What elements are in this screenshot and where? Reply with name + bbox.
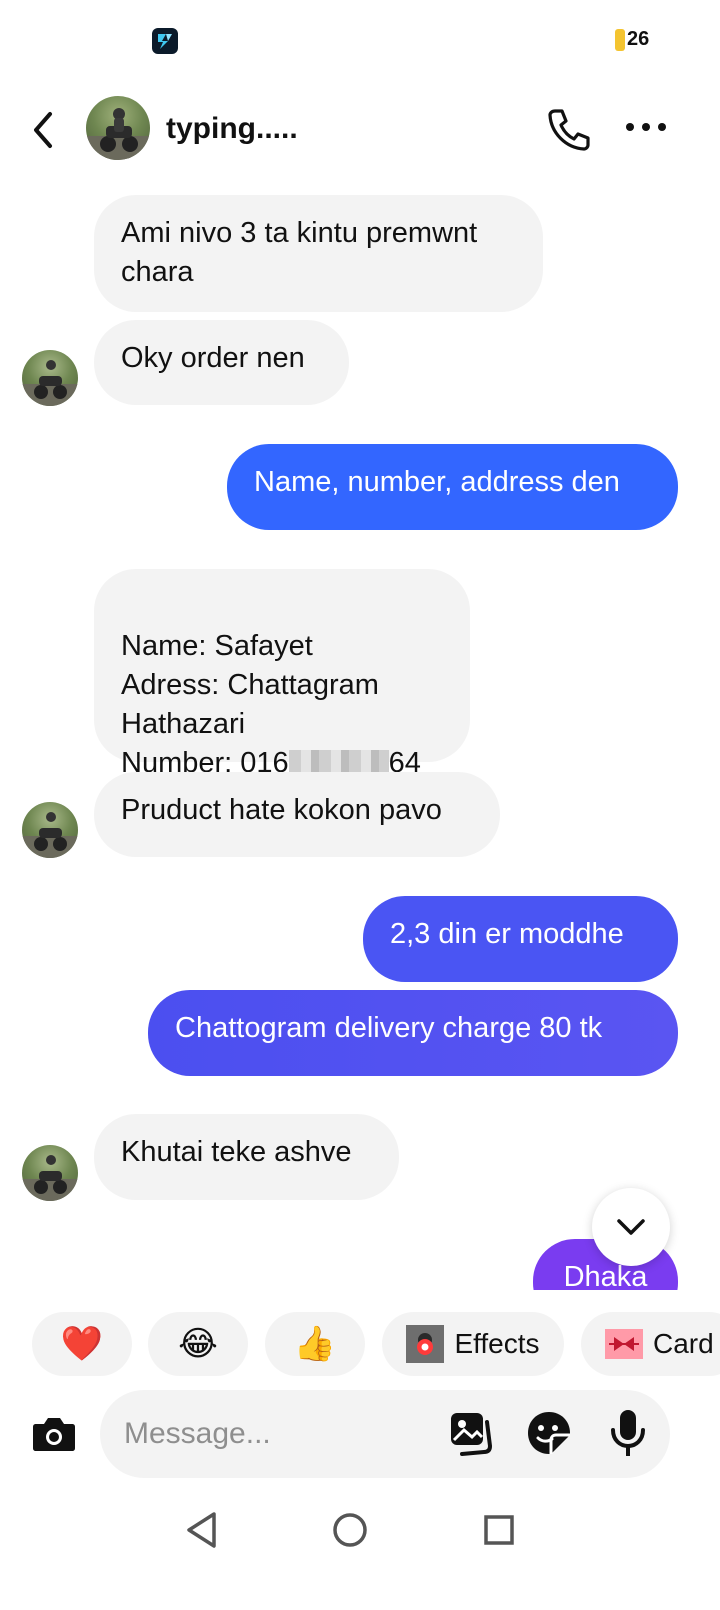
thumbs-up-icon: 👍 [293,1325,337,1363]
heart-icon: ❤️ [60,1325,104,1363]
sticker-icon [528,1412,570,1454]
nav-recents-icon [484,1515,514,1545]
battery-icon [615,28,625,51]
battery-indicator: 26 [615,28,649,51]
message-composer[interactable]: Message... [100,1390,670,1478]
system-navigation-bar [0,1490,720,1610]
message-input[interactable]: Message... [124,1417,271,1451]
message-bubble-incoming[interactable]: Khutai teke ashve [94,1114,399,1200]
laughing-face-icon: 😂 [178,1325,218,1363]
card-chip[interactable]: Card [581,1312,720,1376]
more-horizontal-icon [626,123,666,131]
nav-back-button[interactable] [184,1510,220,1550]
contact-status-title: typing..... [166,112,298,145]
chevron-left-icon [34,112,52,148]
camera-icon [33,1418,75,1451]
effects-chip[interactable]: Effects [382,1312,564,1376]
message-thread[interactable]: Ami nivo 3 ta kintu premwnt chara Oky or… [0,180,720,1290]
message-bubble-incoming[interactable]: Oky order nen [94,320,349,405]
message-bubble-incoming[interactable]: Name: Safayet Adress: Chattagram Hathaza… [94,569,470,779]
more-options-button[interactable] [624,118,668,138]
reaction-heart[interactable]: ❤️ [32,1312,132,1376]
contact-avatar-small [22,1145,78,1201]
card-icon [605,1329,643,1359]
message-bubble-incoming[interactable]: Ami nivo 3 ta kintu premwnt chara [94,195,543,312]
battery-level: 26 [627,28,650,50]
sticker-button[interactable] [526,1410,572,1456]
camera-button[interactable] [30,1410,78,1458]
scroll-to-bottom-button[interactable] [592,1188,670,1266]
effects-label: Effects [454,1328,540,1359]
nav-recents-button[interactable] [483,1514,515,1546]
message-bubble-outgoing[interactable]: Chattogram delivery charge 80 tk [148,990,678,1076]
voice-button[interactable] [608,1408,648,1458]
microphone-icon [611,1410,645,1456]
message-bubble-outgoing[interactable]: Name, number, address den [227,444,678,530]
contact-avatar-small [22,802,78,858]
message-bubble-outgoing[interactable]: 2,3 din er moddhe [363,896,678,982]
call-button[interactable] [546,106,592,152]
reaction-thumbs-up[interactable]: 👍 [265,1312,365,1376]
message-bubble-incoming[interactable]: Pruduct hate kokon pavo [94,772,500,857]
back-button[interactable] [28,110,58,150]
effects-icon [406,1325,445,1363]
reaction-laugh[interactable]: 😂 [148,1312,248,1376]
conversation-header: typing..... [0,90,720,170]
phone-icon [548,109,590,151]
gallery-icon [451,1413,493,1456]
contact-avatar[interactable] [86,96,150,160]
nav-home-icon [333,1513,367,1547]
chevron-down-icon [617,1219,645,1235]
gallery-button[interactable] [448,1410,494,1456]
card-label: Card [653,1328,714,1359]
app-logo-icon [152,28,178,54]
nav-home-button[interactable] [332,1512,368,1548]
contact-avatar-small [22,350,78,406]
nav-back-icon [187,1512,216,1548]
